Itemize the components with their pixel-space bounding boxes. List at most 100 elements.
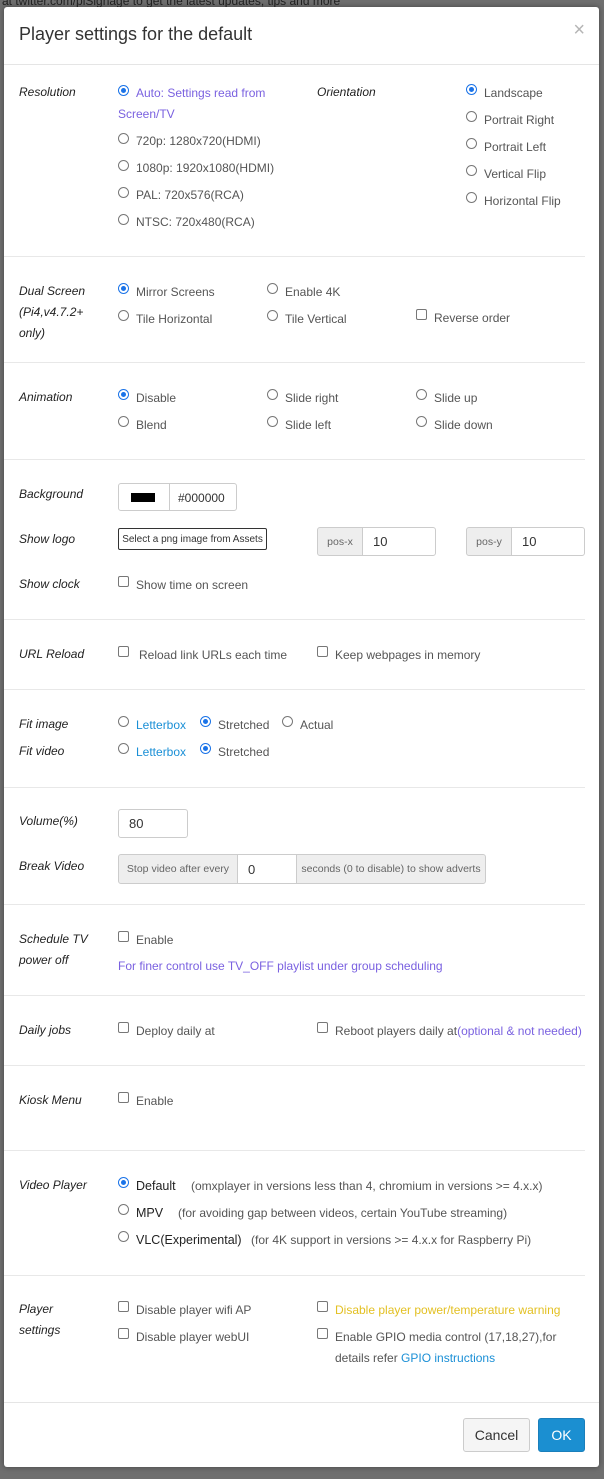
player-mpv-label: MPV <box>136 1206 164 1220</box>
radio-anim-disable[interactable] <box>118 389 129 400</box>
radio-1080p[interactable] <box>118 160 129 171</box>
checkbox-enable-gpio[interactable] <box>317 1328 328 1339</box>
checkbox-keep-webpages[interactable] <box>317 646 328 657</box>
radio-fit-video-stretched[interactable] <box>200 743 211 754</box>
kiosk-enable-label: Enable <box>136 1094 174 1108</box>
radio-player-mpv[interactable] <box>118 1204 129 1215</box>
keep-webpages-label: Keep webpages in memory <box>335 648 481 662</box>
checkbox-reboot-daily[interactable] <box>317 1022 328 1033</box>
radio-enable-4k[interactable] <box>267 283 278 294</box>
radio-landscape[interactable] <box>466 84 477 95</box>
gpio-details-text: details refer GPIO instructions <box>335 1351 495 1365</box>
enable-4k-label: Enable 4K <box>285 285 341 299</box>
divider <box>4 995 585 996</box>
radio-player-default[interactable] <box>118 1177 129 1188</box>
ok-button[interactable]: OK <box>538 1418 585 1452</box>
volume-input[interactable]: 80 <box>118 809 188 838</box>
reverse-order-label: Reverse order <box>434 311 511 325</box>
checkbox-reverse-order[interactable] <box>416 309 427 320</box>
dual-screen-label-2: (Pi4,v4.7.2+ <box>19 305 84 319</box>
close-icon[interactable]: × <box>573 19 585 42</box>
radio-auto[interactable] <box>118 85 129 96</box>
pos-y-input[interactable]: 10 <box>511 527 585 556</box>
checkbox-schedule-tv[interactable] <box>118 931 129 942</box>
player-settings-label: Player <box>19 1302 54 1316</box>
radio-fit-image-actual[interactable] <box>282 716 293 727</box>
checkbox-disable-power-warning[interactable] <box>317 1301 328 1312</box>
pos-x-addon: pos-x <box>317 527 363 556</box>
radio-tile-horizontal[interactable] <box>118 310 129 321</box>
radio-horizontal-flip[interactable] <box>466 192 477 203</box>
radio-vertical-flip[interactable] <box>466 165 477 176</box>
checkbox-deploy-daily[interactable] <box>118 1022 129 1033</box>
mirror-screens-label: Mirror Screens <box>136 285 215 299</box>
radio-pal[interactable] <box>118 187 129 198</box>
reboot-daily-text: Reboot players daily at(optional & not n… <box>335 1024 582 1038</box>
background-color-value: #000000 <box>178 491 225 505</box>
divider <box>4 689 585 690</box>
radio-anim-slide-left[interactable] <box>267 416 278 427</box>
divider <box>4 1065 585 1066</box>
divider <box>4 1150 585 1151</box>
daily-jobs-label: Daily jobs <box>19 1023 72 1037</box>
resolution-auto-label: Auto: Settings read from <box>136 86 266 100</box>
modal-header: Player settings for the default × <box>4 7 599 65</box>
radio-fit-video-letterbox[interactable] <box>118 743 129 754</box>
resolution-1080p-label: 1080p: 1920x1080(HDMI) <box>136 161 275 175</box>
reboot-daily-label: Reboot players daily at <box>335 1024 458 1038</box>
radio-ntsc[interactable] <box>118 214 129 225</box>
fit-video-label: Fit video <box>19 744 65 758</box>
anim-slide-up-label: Slide up <box>434 391 478 405</box>
radio-portrait-left[interactable] <box>466 138 477 149</box>
radio-anim-slide-up[interactable] <box>416 389 427 400</box>
radio-player-vlc[interactable] <box>118 1231 129 1242</box>
checkbox-kiosk-menu[interactable] <box>118 1092 129 1103</box>
anim-blend-label: Blend <box>136 418 167 432</box>
radio-720p[interactable] <box>118 133 129 144</box>
kiosk-menu-label: Kiosk Menu <box>19 1093 82 1107</box>
checkbox-disable-wifi[interactable] <box>118 1301 129 1312</box>
dual-screen-label: Dual Screen <box>19 284 86 298</box>
schedule-tv-enable-label: Enable <box>136 933 174 947</box>
tile-horizontal-label: Tile Horizontal <box>136 312 213 326</box>
radio-anim-slide-down[interactable] <box>416 416 427 427</box>
radio-fit-image-letterbox[interactable] <box>118 716 129 727</box>
radio-mirror-screens[interactable] <box>118 283 129 294</box>
radio-portrait-right[interactable] <box>466 111 477 122</box>
checkbox-disable-webui[interactable] <box>118 1328 129 1339</box>
background-color-picker[interactable]: #000000 <box>118 483 237 511</box>
radio-fit-image-stretched[interactable] <box>200 716 211 727</box>
tile-vertical-label: Tile Vertical <box>285 312 347 326</box>
resolution-label: Resolution <box>19 85 76 99</box>
schedule-tv-note-link[interactable]: For finer control use TV_OFF playlist un… <box>118 959 443 973</box>
anim-slide-down-label: Slide down <box>434 418 493 432</box>
color-swatch <box>131 493 155 502</box>
checkbox-reload-links[interactable] <box>118 646 129 657</box>
select-logo-button[interactable]: Select a png image from Assets <box>118 528 267 550</box>
anim-slide-left-label: Slide left <box>285 418 332 432</box>
fit-image-actual-label: Actual <box>300 718 334 732</box>
pos-x-input[interactable]: 10 <box>362 527 436 556</box>
disable-wifi-label: Disable player wifi AP <box>136 1303 252 1317</box>
break-video-input[interactable]: 0 <box>237 854 297 884</box>
modal-title: Player settings for the default <box>19 24 253 44</box>
radio-anim-slide-right[interactable] <box>267 389 278 400</box>
radio-tile-vertical[interactable] <box>267 310 278 321</box>
gpio-instructions-link[interactable]: GPIO instructions <box>401 1351 495 1365</box>
reload-links-label: Reload link URLs each time <box>139 648 288 662</box>
animation-label: Animation <box>19 390 73 404</box>
show-logo-label: Show logo <box>19 532 76 546</box>
orientation-landscape-label: Landscape <box>484 86 543 100</box>
divider <box>4 619 585 620</box>
orientation-label: Orientation <box>317 85 376 99</box>
schedule-tv-label: Schedule TV <box>19 932 88 946</box>
radio-anim-blend[interactable] <box>118 416 129 427</box>
break-video-label: Break Video <box>19 859 85 873</box>
cancel-button[interactable]: Cancel <box>463 1418 530 1452</box>
orientation-portrait-right-label: Portrait Right <box>484 113 555 127</box>
reboot-daily-note: (optional & not needed) <box>457 1024 582 1038</box>
schedule-tv-label-2: power off <box>19 953 69 967</box>
divider <box>4 787 585 788</box>
checkbox-show-clock[interactable] <box>118 576 129 587</box>
player-settings-label-2: settings <box>19 1323 61 1337</box>
